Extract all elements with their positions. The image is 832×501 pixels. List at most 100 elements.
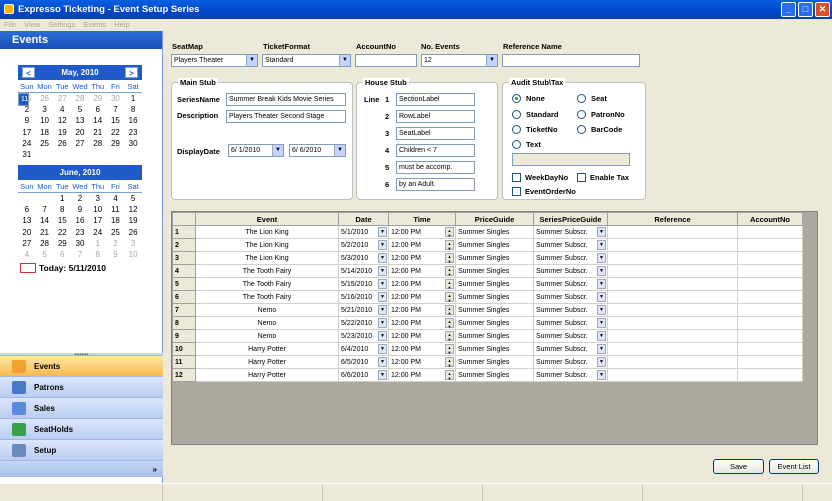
event-cell[interactable]: The Tooth Fairy [195, 290, 339, 304]
event-cell[interactable]: Harry Potter [195, 368, 339, 382]
chevron-down-icon[interactable]: ▼ [378, 266, 387, 276]
col-seriespriceguide[interactable]: SeriesPriceGuide [533, 212, 608, 226]
priceguide-cell[interactable]: Summer Singles [455, 277, 534, 291]
today-link[interactable]: Today: 5/11/2010 [20, 263, 106, 273]
row-number[interactable]: 5 [172, 277, 196, 291]
chevron-down-icon[interactable]: ▼ [597, 227, 606, 237]
time-cell[interactable]: 12:00 PM ▲ ▼ [388, 368, 456, 382]
chevron-down-icon[interactable]: ▼ [378, 357, 387, 367]
house-line-5[interactable]: must be accomp. [396, 161, 475, 174]
chevron-down-icon[interactable]: ▼ [597, 357, 606, 367]
date-cell[interactable]: 5/23/2010 ▼ [338, 329, 389, 343]
priceguide-cell[interactable]: Summer Singles [455, 238, 534, 252]
table-row[interactable]: 6 The Tooth Fairy 5/16/2010 ▼ 12:00 PM ▲ ▼ Summ… [172, 290, 803, 304]
date-cell[interactable]: 6/6/2010 ▼ [338, 368, 389, 382]
accountno-cell[interactable] [737, 238, 803, 252]
spinner-icon[interactable]: ▲ ▼ [445, 292, 454, 303]
accountno-cell[interactable] [737, 290, 803, 304]
reference-cell[interactable] [607, 238, 738, 252]
spinner-icon[interactable]: ▲ ▼ [445, 344, 454, 355]
table-row[interactable]: 8 Nemo 5/22/2010 ▼ 12:00 PM ▲ ▼ Summer Singles S… [172, 316, 803, 330]
nav-seatholds[interactable]: SeatHolds [0, 418, 163, 439]
row-number[interactable]: 7 [172, 303, 196, 317]
chevron-down-icon[interactable]: ▼ [597, 331, 606, 341]
priceguide-cell[interactable]: Summer Singles [455, 225, 534, 239]
date-cell[interactable]: 5/3/2010 ▼ [338, 251, 389, 265]
radio-patronno[interactable]: PatronNo [577, 110, 625, 119]
radio-text[interactable]: Text [512, 140, 541, 149]
chevron-down-icon[interactable]: ▼ [378, 370, 387, 380]
display-date-end[interactable]: 6/ 6/2010 ▼ [289, 144, 346, 157]
table-row[interactable]: 1 The Lion King 5/1/2010 ▼ 12:00 PM ▲ ▼ Summer … [172, 225, 803, 239]
chevron-down-icon[interactable]: ▼ [597, 266, 606, 276]
seriespriceguide-cell[interactable]: Summer Subscr. ▼ [533, 225, 608, 239]
date-cell[interactable]: 5/16/2010 ▼ [338, 290, 389, 304]
chevron-down-icon[interactable]: ▼ [597, 318, 606, 328]
event-cell[interactable]: Harry Potter [195, 342, 339, 356]
table-row[interactable]: 9 Nemo 5/23/2010 ▼ 12:00 PM ▲ ▼ Summer Singles S… [172, 329, 803, 343]
radio-seat[interactable]: Seat [577, 94, 607, 103]
reference-cell[interactable] [607, 342, 738, 356]
reference-cell[interactable] [607, 251, 738, 265]
menu-file[interactable]: File [4, 19, 16, 30]
date-cell[interactable]: 6/4/2010 ▼ [338, 342, 389, 356]
accountno-cell[interactable] [737, 342, 803, 356]
radio-standard[interactable]: Standard [512, 110, 559, 119]
chevron-down-icon[interactable]: ▼ [378, 344, 387, 354]
calendar-days[interactable]: 12345 6 7 8 9 10 11 12 13 14 15 16 17 18 19 20 21 22 23… [18, 193, 142, 260]
table-row[interactable]: 12 Harry Potter 6/6/2010 ▼ 12:00 PM ▲ ▼ Summer … [172, 368, 803, 382]
row-number[interactable]: 12 [172, 368, 196, 382]
prev-month-button[interactable]: < [22, 67, 35, 78]
seatmap-select[interactable]: Players Theater ▼ [171, 54, 258, 67]
seriespriceguide-cell[interactable]: Summer Subscr. ▼ [533, 329, 608, 343]
chevron-down-icon[interactable]: ▼ [597, 240, 606, 250]
chevron-down-icon[interactable]: ▼ [378, 318, 387, 328]
minimize-button[interactable]: _ [781, 2, 796, 17]
time-cell[interactable]: 12:00 PM ▲ ▼ [388, 277, 456, 291]
priceguide-cell[interactable]: Summer Singles [455, 329, 534, 343]
chevron-down-icon[interactable]: ▼ [378, 331, 387, 341]
col-time[interactable]: Time [388, 212, 456, 226]
close-button[interactable]: ✕ [815, 2, 830, 17]
checkbox-weekdayno[interactable]: WeekDayNo [512, 173, 568, 182]
event-cell[interactable]: Harry Potter [195, 355, 339, 369]
next-month-button[interactable]: > [125, 67, 138, 78]
checkbox-enable-tax[interactable]: Enable Tax [577, 173, 629, 182]
date-cell[interactable]: 5/21/2010 ▼ [338, 303, 389, 317]
calendar-days[interactable]: 2526272829301 2345678 9101112131415 1617… [18, 93, 142, 160]
row-number[interactable]: 4 [172, 264, 196, 278]
table-row[interactable]: 11 Harry Potter 6/5/2010 ▼ 12:00 PM ▲ ▼ Summer … [172, 355, 803, 369]
reference-cell[interactable] [607, 329, 738, 343]
accountno-cell[interactable] [737, 251, 803, 265]
event-cell[interactable]: The Lion King [195, 251, 339, 265]
event-cell[interactable]: Nemo [195, 316, 339, 330]
accountno-cell[interactable] [737, 277, 803, 291]
no-events-select[interactable]: 12 ▼ [421, 54, 498, 67]
row-number[interactable]: 1 [172, 225, 196, 239]
description-input[interactable]: Players Theater Second Stage [226, 110, 346, 123]
chevron-down-icon[interactable]: ▼ [378, 292, 387, 302]
date-cell[interactable]: 6/5/2010 ▼ [338, 355, 389, 369]
date-cell[interactable]: 5/22/2010 ▼ [338, 316, 389, 330]
menu-settings[interactable]: Settings [48, 19, 75, 30]
nav-expand-button[interactable]: » [0, 460, 163, 477]
chevron-down-icon[interactable]: ▼ [378, 305, 387, 315]
chevron-down-icon[interactable]: ▼ [597, 279, 606, 289]
row-number[interactable]: 6 [172, 290, 196, 304]
row-number[interactable]: 2 [172, 238, 196, 252]
reference-cell[interactable] [607, 290, 738, 304]
spinner-icon[interactable]: ▲ ▼ [445, 357, 454, 368]
accountno-cell[interactable] [737, 225, 803, 239]
seriesname-input[interactable]: Summer Break Kids Movie Series [226, 93, 346, 106]
spinner-icon[interactable]: ▲ ▼ [445, 370, 454, 381]
col-priceguide[interactable]: PriceGuide [455, 212, 534, 226]
priceguide-cell[interactable]: Summer Singles [455, 251, 534, 265]
seriespriceguide-cell[interactable]: Summer Subscr. ▼ [533, 368, 608, 382]
radio-none[interactable]: None [512, 94, 545, 103]
row-number[interactable]: 3 [172, 251, 196, 265]
chevron-down-icon[interactable]: ▼ [597, 370, 606, 380]
time-cell[interactable]: 12:00 PM ▲ ▼ [388, 303, 456, 317]
nav-patrons[interactable]: Patrons [0, 376, 163, 397]
seriespriceguide-cell[interactable]: Summer Subscr. ▼ [533, 238, 608, 252]
time-cell[interactable]: 12:00 PM ▲ ▼ [388, 290, 456, 304]
